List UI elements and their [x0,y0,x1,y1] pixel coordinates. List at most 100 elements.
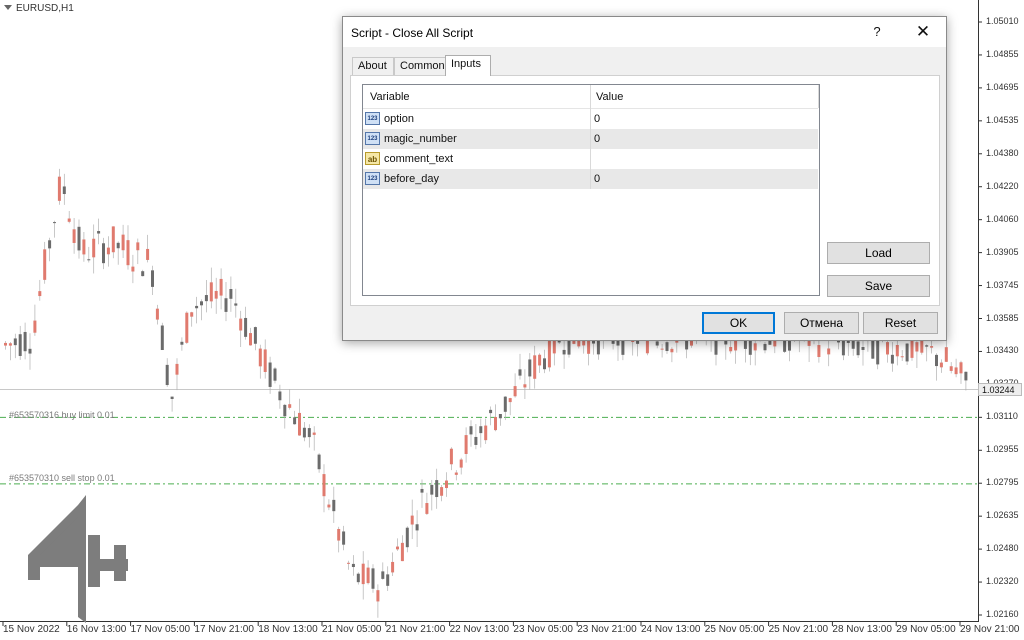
candle-body [278,391,282,401]
price-label: 1.04695 [986,81,1019,92]
candle-body [293,417,297,425]
candle-body [915,342,919,352]
price-label: 1.02160 [986,609,1019,619]
time-label: 25 Nov 05:00 [704,624,765,635]
help-button[interactable]: ? [863,20,891,44]
candle-body [498,413,502,419]
candle-body [165,364,169,386]
candle-body [949,366,953,371]
candle-body [905,343,909,362]
candle-body [366,567,370,584]
param-value[interactable]: 0 [594,113,600,125]
dialog-titlebar[interactable]: Script - Close All Script ? ✕ [343,17,946,47]
candle-body [435,480,439,498]
candle-body [229,289,233,299]
reset-button[interactable]: Reset [863,312,938,334]
candle-body [185,312,189,343]
param-value[interactable]: 0 [594,173,600,185]
candle-body [356,573,360,583]
candle-body [312,432,316,435]
candle-body [273,368,277,381]
close-icon[interactable]: ✕ [909,20,937,44]
candle-body [214,290,218,299]
candle-body [72,229,76,243]
candle-body [121,234,125,251]
price-label: 1.04855 [986,48,1019,59]
tab-inputs[interactable]: Inputs [445,55,491,76]
candle-body [92,238,96,258]
column-value[interactable]: Value [596,91,623,103]
tab-about[interactable]: About [352,57,394,75]
numeric-type-icon: 123 [365,112,380,125]
candle-body [263,349,267,372]
candle-body [503,396,507,412]
candle-body [8,343,12,346]
param-name: before_day [384,173,440,185]
candle-body [77,226,81,251]
candle-body [415,524,419,531]
candle-body [102,243,105,264]
candle-body [48,240,52,249]
price-label: 1.04220 [986,180,1019,191]
candle-body [886,342,889,355]
time-label: 24 Nov 13:00 [641,624,701,635]
column-variable[interactable]: Variable [370,91,410,103]
candle-body [4,342,7,346]
candle-body [33,320,37,333]
candle-body [116,242,120,249]
price-label: 1.03745 [986,279,1019,290]
load-button[interactable]: Load [827,242,930,264]
candle-body [449,448,453,465]
candle-body [253,327,257,344]
candle-body [106,247,110,255]
cancel-button[interactable]: Отмена [784,312,859,334]
candle-body [18,334,22,356]
time-label: 17 Nov 21:00 [194,624,254,635]
candle-body [180,341,184,345]
candle-body [381,571,385,579]
candle-body [959,362,963,374]
candle-body [954,367,958,375]
candle-body [146,248,150,260]
ok-button[interactable]: OK [702,312,775,334]
candle-body [930,346,934,348]
candle-body [195,305,199,309]
candle-body [528,359,532,377]
candle-body [376,590,380,602]
candle-body [268,362,272,387]
candle-body [302,427,306,438]
candle-body [817,345,821,358]
param-value[interactable]: 0 [594,133,600,145]
save-button[interactable]: Save [827,275,930,297]
tab-common[interactable]: Common [394,57,446,75]
candle-body [400,542,404,562]
candle-body [13,338,17,346]
time-label: 23 Nov 05:00 [513,624,573,635]
candle-body [170,396,174,399]
candle-body [258,348,262,367]
candle-body [454,472,458,475]
candle-body [489,409,493,414]
time-label: 29 Nov 21:00 [960,624,1020,635]
candle-body [155,308,159,320]
candle-body [430,484,434,495]
candle-body [62,186,66,195]
param-name: magic_number [384,133,457,145]
script-dialog: Script - Close All Script ? ✕ About Comm… [342,16,947,341]
price-label: 1.04380 [986,147,1019,158]
order-label-sell-stop: #653570310 sell stop 0.01 [9,473,115,483]
candle-body [543,358,546,370]
candle-body [729,346,733,352]
numeric-type-icon: 123 [365,132,380,145]
candle-body [317,454,321,470]
candle-body [440,487,444,496]
candle-body [361,563,365,585]
price-label: 1.04060 [986,213,1019,224]
candle-body [23,331,27,352]
candle-body [420,488,424,493]
candle-body [935,354,938,367]
candle-body [209,282,213,302]
symbol-label: EURUSD,H1 [16,3,74,14]
chart-menu-icon[interactable] [4,5,12,10]
price-label: 1.04535 [986,114,1019,125]
